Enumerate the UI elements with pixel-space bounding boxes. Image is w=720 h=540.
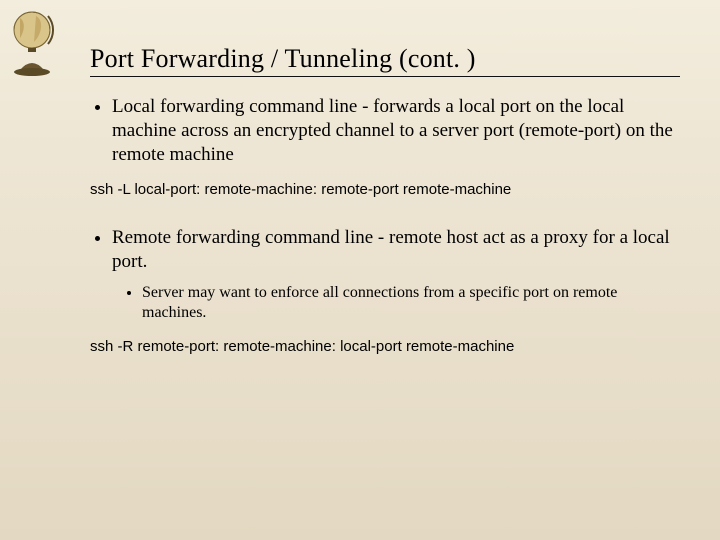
- bullet-local: Local forwarding command line - forwards…: [112, 95, 680, 166]
- command-local: ssh -L local-port: remote-machine: remot…: [90, 180, 680, 200]
- globe-icon: [6, 8, 64, 78]
- sub-bullet-remote: Server may want to enforce all connectio…: [142, 283, 680, 323]
- bullet-remote: Remote forwarding command line - remote …: [112, 226, 680, 324]
- slide: Port Forwarding / Tunneling (cont. ) Loc…: [0, 0, 720, 540]
- sub-bullet-list: Server may want to enforce all connectio…: [112, 283, 680, 323]
- command-remote: ssh -R remote-port: remote-machine: loca…: [90, 337, 680, 357]
- title-underline: [90, 76, 680, 77]
- bullet-list-2: Remote forwarding command line - remote …: [90, 226, 680, 324]
- bullet-remote-text: Remote forwarding command line - remote …: [112, 227, 670, 272]
- slide-title: Port Forwarding / Tunneling (cont. ): [90, 44, 680, 74]
- slide-content: Port Forwarding / Tunneling (cont. ) Loc…: [90, 44, 680, 383]
- bullet-list: Local forwarding command line - forwards…: [90, 95, 680, 166]
